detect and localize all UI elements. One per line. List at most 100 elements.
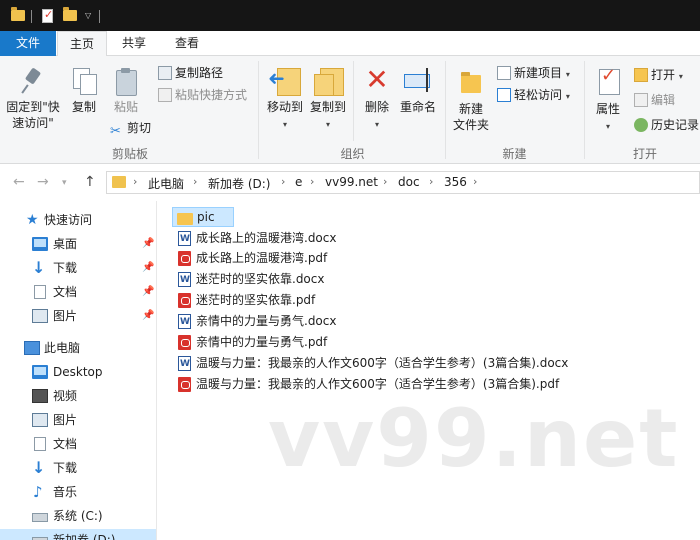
paste-icon	[111, 66, 141, 96]
folder-icon	[112, 176, 126, 188]
cut-button[interactable]: ✂ 剪切	[110, 119, 151, 139]
dropdown-caret-icon: ▾	[565, 70, 570, 79]
up-arrow-icon[interactable]: ↑	[84, 174, 96, 190]
breadcrumb-separator-icon[interactable]: ›	[310, 175, 314, 188]
tab-home[interactable]: 主页	[57, 31, 107, 57]
breadcrumb-separator-icon[interactable]: ›	[473, 175, 477, 188]
breadcrumb-e[interactable]: e	[295, 175, 302, 189]
navigation-bar: ← → ▾ ↑ › 此电脑 › 新加卷 (D:) › e › vv99.net …	[0, 164, 700, 201]
properties-icon[interactable]	[42, 8, 53, 23]
nav-documents[interactable]: 文档 📌	[0, 281, 156, 303]
new-folder-button[interactable]: 新建 文件夹	[450, 66, 492, 133]
list-item[interactable]: 亲情中的力量与勇气.docx	[172, 311, 336, 332]
breadcrumb-separator-icon[interactable]: ›	[429, 175, 433, 188]
list-item[interactable]: 迷茫时的坚实依靠.pdf	[172, 290, 315, 310]
toolbar-divider	[31, 10, 32, 23]
ribbon-tabs: 文件 主页 共享 查看	[0, 31, 700, 57]
breadcrumb-this-pc[interactable]: 此电脑	[148, 175, 184, 192]
easy-access-button[interactable]: 轻松访问 ▾	[497, 86, 570, 104]
breadcrumb-separator-icon[interactable]: ›	[133, 175, 137, 188]
nav-pc-pictures[interactable]: 图片	[0, 409, 156, 431]
move-to-button[interactable]: 移动到 ▾	[264, 64, 306, 133]
forward-arrow-icon[interactable]: →	[37, 174, 49, 190]
list-item[interactable]: 亲情中的力量与勇气.pdf	[172, 332, 327, 352]
paste-shortcut-button[interactable]: 粘贴快捷方式	[158, 86, 247, 104]
list-item[interactable]: 温暖与力量：我最亲的人作文600字（适合学生参考）(3篇合集).docx	[172, 353, 568, 374]
ribbon: 固定到"快 速访问" 复制 粘贴 复制路径 粘贴快捷方式 ✂剪切 剪贴板 移动到…	[0, 56, 700, 164]
tab-share[interactable]: 共享	[110, 31, 158, 57]
new-folder-icon[interactable]	[63, 7, 77, 21]
copy-to-button[interactable]: 复制到 ▾	[307, 64, 349, 133]
video-icon	[32, 389, 48, 403]
dropdown-caret-icon: ▾	[325, 120, 330, 129]
copy-icon	[69, 66, 99, 96]
nav-music[interactable]: ♪ 音乐	[0, 481, 156, 503]
breadcrumb-vv99[interactable]: vv99.net	[325, 175, 378, 189]
nav-downloads[interactable]: ↓ 下载 📌	[0, 257, 156, 279]
nav-videos[interactable]: 视频	[0, 385, 156, 407]
pin-icon[interactable]: 📌	[142, 233, 154, 255]
group-label-new: 新建	[502, 147, 527, 161]
breadcrumb-drive-d[interactable]: 新加卷 (D:)	[208, 175, 270, 192]
copy-button[interactable]: 复制	[66, 66, 102, 115]
open-icon	[634, 68, 648, 82]
nav-pictures[interactable]: 图片 📌	[0, 305, 156, 327]
nav-pc-documents[interactable]: 文档	[0, 433, 156, 455]
recent-locations-chevron-icon[interactable]: ▾	[62, 178, 67, 188]
nav-drive-c[interactable]: 系统 (C:)	[0, 505, 156, 527]
tab-file[interactable]: 文件	[0, 31, 56, 56]
properties-button[interactable]: 属性 ▾	[590, 66, 626, 135]
breadcrumb-separator-icon[interactable]: ›	[193, 175, 197, 188]
breadcrumb-356[interactable]: 356	[444, 175, 467, 189]
back-arrow-icon[interactable]: ←	[13, 174, 25, 190]
list-item[interactable]: 成长路上的温暖港湾.docx	[172, 228, 336, 249]
word-document-icon	[178, 270, 191, 290]
group-label-open: 打开	[632, 147, 657, 161]
group-divider	[258, 61, 259, 159]
list-item[interactable]: 成长路上的温暖港湾.pdf	[172, 248, 327, 268]
nav-desktop[interactable]: 桌面 📌	[0, 233, 156, 255]
toolbar-divider	[99, 10, 100, 23]
nav-quick-access[interactable]: ★ 快速访问	[0, 209, 156, 231]
nav-drive-d[interactable]: 新加卷 (D:)	[0, 529, 156, 540]
word-document-icon	[178, 354, 191, 374]
breadcrumb-separator-icon[interactable]: ›	[281, 175, 285, 188]
breadcrumb-separator-icon[interactable]: ›	[383, 175, 387, 188]
pin-icon[interactable]: 📌	[142, 257, 154, 279]
list-item-folder[interactable]: pic	[172, 207, 234, 227]
dropdown-caret-icon: ▾	[678, 72, 683, 81]
edit-button[interactable]: 编辑	[634, 91, 675, 109]
navigation-pane: ★ 快速访问 桌面 📌 ↓ 下载 📌 文档 📌 图片 📌 此电脑 Desktop…	[0, 201, 157, 540]
dropdown-caret-icon: ▾	[605, 122, 610, 131]
new-item-button[interactable]: 新建项目 ▾	[497, 64, 570, 82]
group-label-clipboard: 剪贴板	[111, 147, 148, 161]
group-divider	[353, 61, 354, 141]
folder-icon[interactable]	[11, 7, 25, 21]
pin-to-quick-access-button[interactable]: 固定到"快 速访问"	[3, 66, 63, 131]
copy-path-button[interactable]: 复制路径	[158, 64, 223, 82]
open-button[interactable]: 打开 ▾	[634, 66, 683, 84]
customize-toolbar-chevron-icon[interactable]: ▽	[85, 11, 91, 27]
pin-icon[interactable]: 📌	[142, 281, 154, 303]
nav-pc-desktop[interactable]: Desktop	[0, 361, 156, 383]
history-button[interactable]: 历史记录	[634, 116, 699, 134]
easy-access-icon	[497, 88, 511, 102]
list-item[interactable]: 迷茫时的坚实依靠.docx	[172, 269, 324, 290]
pin-icon[interactable]: 📌	[142, 305, 154, 327]
paste-button[interactable]: 粘贴	[108, 66, 144, 115]
desktop-icon	[32, 237, 48, 251]
rename-button[interactable]: 重命名	[397, 64, 439, 115]
delete-button[interactable]: ✕ 删除 ▾	[359, 64, 395, 133]
computer-icon	[24, 341, 40, 355]
rename-icon	[401, 64, 435, 96]
nav-pc-downloads[interactable]: ↓ 下载	[0, 457, 156, 479]
paste-shortcut-icon	[158, 88, 172, 102]
document-icon	[34, 285, 46, 299]
tab-view[interactable]: 查看	[163, 31, 211, 57]
breadcrumb-doc[interactable]: doc	[398, 175, 420, 189]
list-item[interactable]: 温暖与力量：我最亲的人作文600字（适合学生参考）(3篇合集).pdf	[172, 374, 559, 394]
move-to-icon	[268, 64, 302, 96]
address-bar[interactable]: › 此电脑 › 新加卷 (D:) › e › vv99.net › doc › …	[106, 171, 700, 194]
nav-this-pc[interactable]: 此电脑	[0, 337, 156, 359]
scissors-icon: ✂	[110, 124, 121, 139]
